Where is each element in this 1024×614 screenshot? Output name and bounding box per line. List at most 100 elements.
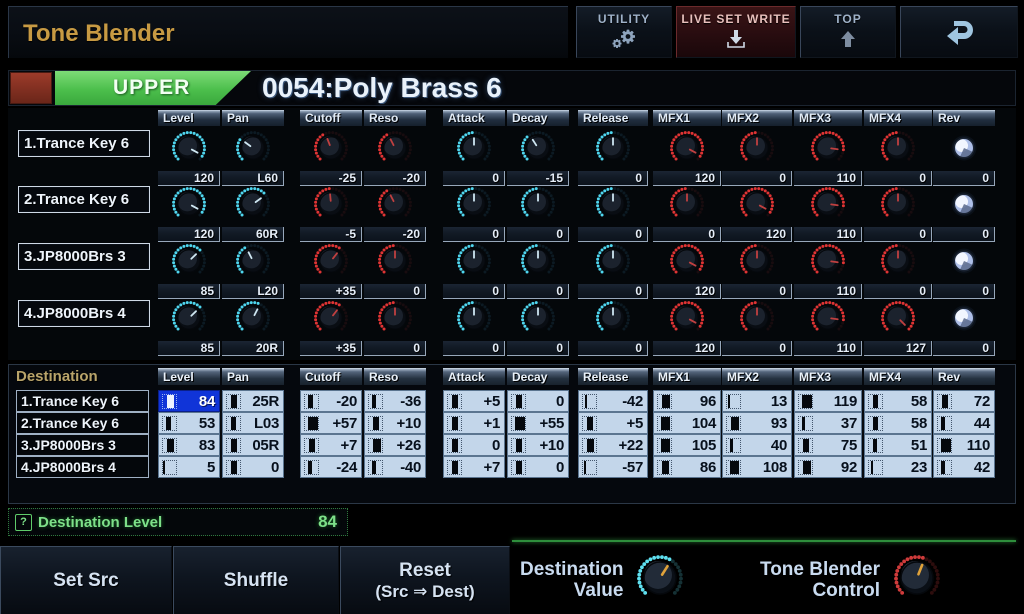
- source-tone-button[interactable]: 1.Trance Key 6: [18, 130, 150, 157]
- source-value-mfx4[interactable]: 0: [864, 284, 932, 299]
- destination-cell-reso[interactable]: +10: [364, 412, 426, 434]
- source-value-attack[interactable]: 0: [443, 284, 505, 299]
- destination-cell-reso[interactable]: -40: [364, 456, 426, 478]
- exit-button[interactable]: [900, 6, 1018, 58]
- source-value-mfx1[interactable]: 120: [653, 284, 721, 299]
- destination-cell-mfx3[interactable]: 75: [794, 434, 862, 456]
- source-knob-cutoff[interactable]: [310, 241, 358, 285]
- destination-cell-mfx3[interactable]: 92: [794, 456, 862, 478]
- source-knob-rev[interactable]: [943, 184, 991, 228]
- destination-cell-rev[interactable]: 110: [933, 434, 995, 456]
- destination-cell-mfx1[interactable]: 86: [653, 456, 721, 478]
- source-knob-mfx1[interactable]: [666, 241, 714, 285]
- destination-cell-mfx1[interactable]: 105: [653, 434, 721, 456]
- source-value-mfx2[interactable]: 0: [722, 284, 792, 299]
- source-knob-mfx2[interactable]: [736, 298, 784, 342]
- destination-cell-rev[interactable]: 72: [933, 390, 995, 412]
- source-value-mfx1[interactable]: 120: [653, 341, 721, 356]
- destination-cell-level[interactable]: 5: [158, 456, 220, 478]
- source-knob-rev[interactable]: [943, 298, 991, 342]
- source-knob-mfx4[interactable]: [877, 241, 925, 285]
- source-knob-decay[interactable]: [517, 128, 565, 172]
- destination-cell-cutoff[interactable]: +57: [300, 412, 362, 434]
- destination-cell-rev[interactable]: 44: [933, 412, 995, 434]
- destination-cell-release[interactable]: -57: [578, 456, 648, 478]
- destination-cell-cutoff[interactable]: -24: [300, 456, 362, 478]
- source-value-cutoff[interactable]: +35: [300, 284, 362, 299]
- source-value-mfx4[interactable]: 0: [864, 227, 932, 242]
- source-value-rev[interactable]: 0: [933, 227, 995, 242]
- destination-tone-name[interactable]: 1.Trance Key 6: [16, 390, 149, 412]
- destination-cell-pan[interactable]: 0: [222, 456, 284, 478]
- source-knob-mfx2[interactable]: [736, 241, 784, 285]
- destination-cell-cutoff[interactable]: -20: [300, 390, 362, 412]
- source-value-mfx2[interactable]: 120: [722, 227, 792, 242]
- source-knob-cutoff[interactable]: [310, 184, 358, 228]
- source-knob-attack[interactable]: [453, 128, 501, 172]
- source-value-attack[interactable]: 0: [443, 341, 505, 356]
- source-value-release[interactable]: 0: [578, 341, 648, 356]
- source-knob-mfx3[interactable]: [807, 241, 855, 285]
- source-knob-attack[interactable]: [453, 184, 501, 228]
- destination-cell-decay[interactable]: 0: [507, 390, 569, 412]
- source-knob-release[interactable]: [592, 298, 640, 342]
- source-value-rev[interactable]: 0: [933, 284, 995, 299]
- destination-cell-release[interactable]: +22: [578, 434, 648, 456]
- source-knob-mfx1[interactable]: [666, 298, 714, 342]
- destination-cell-mfx3[interactable]: 119: [794, 390, 862, 412]
- destination-cell-mfx4[interactable]: 23: [864, 456, 932, 478]
- destination-cell-mfx4[interactable]: 58: [864, 412, 932, 434]
- destination-cell-decay[interactable]: +55: [507, 412, 569, 434]
- source-knob-decay[interactable]: [517, 241, 565, 285]
- source-knob-mfx2[interactable]: [736, 128, 784, 172]
- source-value-rev[interactable]: 0: [933, 341, 995, 356]
- destination-cell-rev[interactable]: 42: [933, 456, 995, 478]
- source-value-attack[interactable]: 0: [443, 227, 505, 242]
- source-knob-reso[interactable]: [374, 298, 422, 342]
- source-value-release[interactable]: 0: [578, 284, 648, 299]
- source-value-reso[interactable]: 0: [364, 284, 426, 299]
- destination-cell-level[interactable]: 83: [158, 434, 220, 456]
- source-value-cutoff[interactable]: +35: [300, 341, 362, 356]
- source-knob-cutoff[interactable]: [310, 128, 358, 172]
- source-knob-mfx3[interactable]: [807, 184, 855, 228]
- destination-tone-name[interactable]: 3.JP8000Brs 3: [16, 434, 149, 456]
- source-value-pan[interactable]: 60R: [222, 227, 284, 242]
- source-knob-mfx4[interactable]: [877, 184, 925, 228]
- source-knob-level[interactable]: [168, 241, 216, 285]
- destination-cell-pan[interactable]: L03: [222, 412, 284, 434]
- destination-cell-mfx1[interactable]: 96: [653, 390, 721, 412]
- source-knob-decay[interactable]: [517, 298, 565, 342]
- source-knob-mfx1[interactable]: [666, 128, 714, 172]
- source-knob-pan[interactable]: [232, 184, 280, 228]
- destination-cell-attack[interactable]: +5: [443, 390, 505, 412]
- destination-cell-release[interactable]: +5: [578, 412, 648, 434]
- source-knob-mfx1[interactable]: [666, 184, 714, 228]
- source-knob-reso[interactable]: [374, 128, 422, 172]
- destination-tone-name[interactable]: 4.JP8000Brs 4: [16, 456, 149, 478]
- source-knob-rev[interactable]: [943, 128, 991, 172]
- source-value-cutoff[interactable]: -5: [300, 227, 362, 242]
- reset-button[interactable]: Reset (Src ⇒ Dest): [340, 546, 510, 614]
- source-knob-mfx4[interactable]: [877, 298, 925, 342]
- source-value-decay[interactable]: 0: [507, 284, 569, 299]
- question-icon[interactable]: ?: [15, 513, 32, 531]
- destination-cell-level[interactable]: 53: [158, 412, 220, 434]
- source-knob-release[interactable]: [592, 184, 640, 228]
- destination-cell-cutoff[interactable]: +7: [300, 434, 362, 456]
- source-value-mfx4[interactable]: 127: [864, 341, 932, 356]
- source-knob-mfx4[interactable]: [877, 128, 925, 172]
- source-value-pan[interactable]: L20: [222, 284, 284, 299]
- destination-cell-decay[interactable]: 0: [507, 456, 569, 478]
- source-knob-level[interactable]: [168, 184, 216, 228]
- destination-cell-mfx3[interactable]: 37: [794, 412, 862, 434]
- source-tone-button[interactable]: 2.Trance Key 6: [18, 186, 150, 213]
- source-knob-pan[interactable]: [232, 298, 280, 342]
- shuffle-button[interactable]: Shuffle: [173, 546, 339, 614]
- source-value-decay[interactable]: 0: [507, 227, 569, 242]
- destination-value-control[interactable]: Destination Value: [520, 546, 689, 614]
- source-tone-button[interactable]: 3.JP8000Brs 3: [18, 243, 150, 270]
- source-knob-decay[interactable]: [517, 184, 565, 228]
- destination-tone-name[interactable]: 2.Trance Key 6: [16, 412, 149, 434]
- source-knob-release[interactable]: [592, 128, 640, 172]
